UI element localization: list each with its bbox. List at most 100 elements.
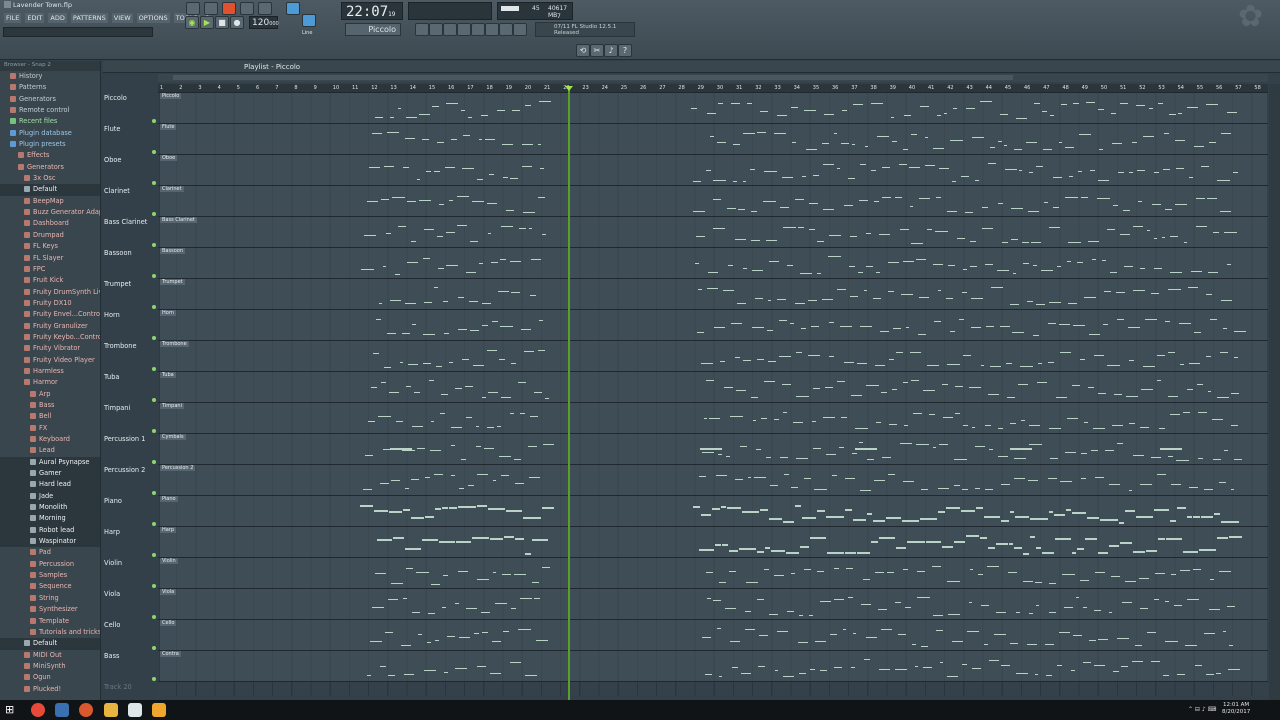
play-icon[interactable]: ▶: [200, 16, 214, 29]
browser-item[interactable]: Percussion: [0, 559, 100, 570]
track-lane[interactable]: Viola: [158, 589, 1268, 620]
track-header[interactable]: Bass Clarinet: [104, 217, 158, 248]
track-header[interactable]: Trumpet: [104, 279, 158, 310]
pattern-clip[interactable]: Piano: [159, 496, 1267, 526]
browser-item[interactable]: Pad: [0, 547, 100, 558]
browser-item[interactable]: Plugin presets: [0, 139, 100, 150]
track-header[interactable]: Bass: [104, 651, 158, 682]
pattern-mode-button[interactable]: [186, 2, 200, 15]
menu-item[interactable]: ADD: [48, 13, 67, 23]
horizontal-scrollbar[interactable]: [158, 74, 1268, 82]
track-mute-icon[interactable]: [152, 305, 156, 309]
browser-item[interactable]: Bass: [0, 400, 100, 411]
browser-item[interactable]: String: [0, 593, 100, 604]
track-lane[interactable]: Tuba: [158, 372, 1268, 403]
track-lane[interactable]: Cello: [158, 620, 1268, 651]
browser-item[interactable]: Fruity Video Player: [0, 355, 100, 366]
track-mute-icon[interactable]: [152, 212, 156, 216]
microphone-icon[interactable]: ♪: [604, 44, 618, 57]
track-lane[interactable]: Horn: [158, 310, 1268, 341]
track-header[interactable]: Piccolo: [104, 93, 158, 124]
track-mute-icon[interactable]: [152, 150, 156, 154]
playlist-grid[interactable]: Piccolo Flute Oboe Clarinet Bass Clarinet Bas…: [158, 93, 1268, 713]
menu-item[interactable]: PATTERNS: [70, 13, 108, 23]
record-loop-button[interactable]: [204, 2, 218, 15]
browser-item[interactable]: Plugin database: [0, 128, 100, 139]
pattern-clip[interactable]: Tuba: [159, 372, 1267, 402]
pattern-clip[interactable]: Trumpet: [159, 279, 1267, 309]
track-lane[interactable]: Clarinet: [158, 186, 1268, 217]
browser-item[interactable]: Synthesizer: [0, 604, 100, 615]
browser-item[interactable]: Buzz Generator Adapter: [0, 207, 100, 218]
menu-item[interactable]: VIEW: [111, 13, 133, 23]
pattern-clip[interactable]: Trombone: [159, 341, 1267, 371]
browser-item[interactable]: Dashboard: [0, 218, 100, 229]
store-icon[interactable]: [128, 703, 142, 717]
browser-item[interactable]: Morning: [0, 513, 100, 525]
app-icon[interactable]: [55, 703, 69, 717]
browser-item[interactable]: Fruity Granulizer: [0, 321, 100, 332]
track-mute-icon[interactable]: [152, 181, 156, 185]
browser-item[interactable]: Fruit Kick: [0, 275, 100, 286]
track-lane[interactable]: Percussion 2: [158, 465, 1268, 496]
browser-item[interactable]: Generators: [0, 162, 100, 173]
track-mute-icon[interactable]: [152, 553, 156, 557]
wait-button[interactable]: [240, 2, 254, 15]
menu-item[interactable]: EDIT: [25, 13, 45, 23]
track-lane[interactable]: Piano: [158, 496, 1268, 527]
browser-item[interactable]: Fruity Vibrator: [0, 343, 100, 354]
browser-item[interactable]: Patterns: [0, 82, 100, 93]
track-header[interactable]: Percussion 2: [104, 465, 158, 496]
track-lane[interactable]: Trumpet: [158, 279, 1268, 310]
tempo-icon[interactable]: [513, 23, 527, 36]
browser-item[interactable]: Jade: [0, 490, 100, 503]
timeline-ruler[interactable]: 1 2 3 4 5 6 7 8 9 10 11 12 13 14 15 16 17 18 19 20 21 22 23 24 2…: [158, 84, 1268, 93]
menu-icon[interactable]: [4, 1, 11, 8]
browser-item[interactable]: Effects: [0, 150, 100, 161]
browser-item[interactable]: Template: [0, 616, 100, 627]
stop-icon[interactable]: ■: [215, 16, 229, 29]
record-icon[interactable]: ●: [230, 16, 244, 29]
track-mute-icon[interactable]: [152, 336, 156, 340]
track-header[interactable]: Piano: [104, 496, 158, 527]
track-lane[interactable]: Flute: [158, 124, 1268, 155]
track-mute-icon[interactable]: [152, 119, 156, 123]
browser-item[interactable]: 3x Osc: [0, 173, 100, 184]
track-lane[interactable]: Bassoon: [158, 248, 1268, 279]
browser-item[interactable]: Arp: [0, 389, 100, 400]
metronome-button[interactable]: [222, 2, 236, 15]
browser-app-icon[interactable]: [79, 703, 93, 717]
track-mute-icon[interactable]: [152, 491, 156, 495]
pattern-song-button[interactable]: ◉: [185, 16, 199, 29]
browser-item[interactable]: Fruity DX10: [0, 298, 100, 309]
pattern-clip[interactable]: Oboe: [159, 155, 1267, 185]
browser-item[interactable]: Keyboard: [0, 434, 100, 445]
browser-item[interactable]: History: [0, 71, 100, 82]
help-icon[interactable]: ?: [618, 44, 632, 57]
browser-item[interactable]: Fruity DrumSynth Live: [0, 287, 100, 298]
song-position-clock[interactable]: 22:0719: [341, 2, 403, 20]
pattern-clip[interactable]: Cello: [159, 620, 1267, 650]
track-header[interactable]: Clarinet: [104, 186, 158, 217]
track-mute-icon[interactable]: [152, 677, 156, 681]
browser-item[interactable]: Samples: [0, 570, 100, 581]
browser-item[interactable]: BeepMap: [0, 196, 100, 207]
track-mute-icon[interactable]: [152, 460, 156, 464]
chrome-icon[interactable]: [31, 703, 45, 717]
browser-item[interactable]: Remote control: [0, 105, 100, 116]
track-mute-icon[interactable]: [152, 243, 156, 247]
browser-item[interactable]: Default: [0, 638, 100, 650]
vertical-scrollbar[interactable]: [1269, 84, 1280, 700]
browser-item[interactable]: Gamer: [0, 468, 100, 480]
track-lane[interactable]: Bass Clarinet: [158, 217, 1268, 248]
menu-item[interactable]: OPTIONS: [136, 13, 170, 23]
browser-item[interactable]: Generators: [0, 94, 100, 105]
track-mute-icon[interactable]: [152, 429, 156, 433]
track-lane[interactable]: Violin: [158, 558, 1268, 589]
browser-item[interactable]: MIDI Out: [0, 650, 100, 661]
track-header[interactable]: Tuba: [104, 372, 158, 403]
typing-keyboard-button[interactable]: [302, 14, 316, 27]
channel-rack-icon[interactable]: [443, 23, 457, 36]
track-header[interactable]: Timpani: [104, 403, 158, 434]
mixer-icon[interactable]: [457, 23, 471, 36]
